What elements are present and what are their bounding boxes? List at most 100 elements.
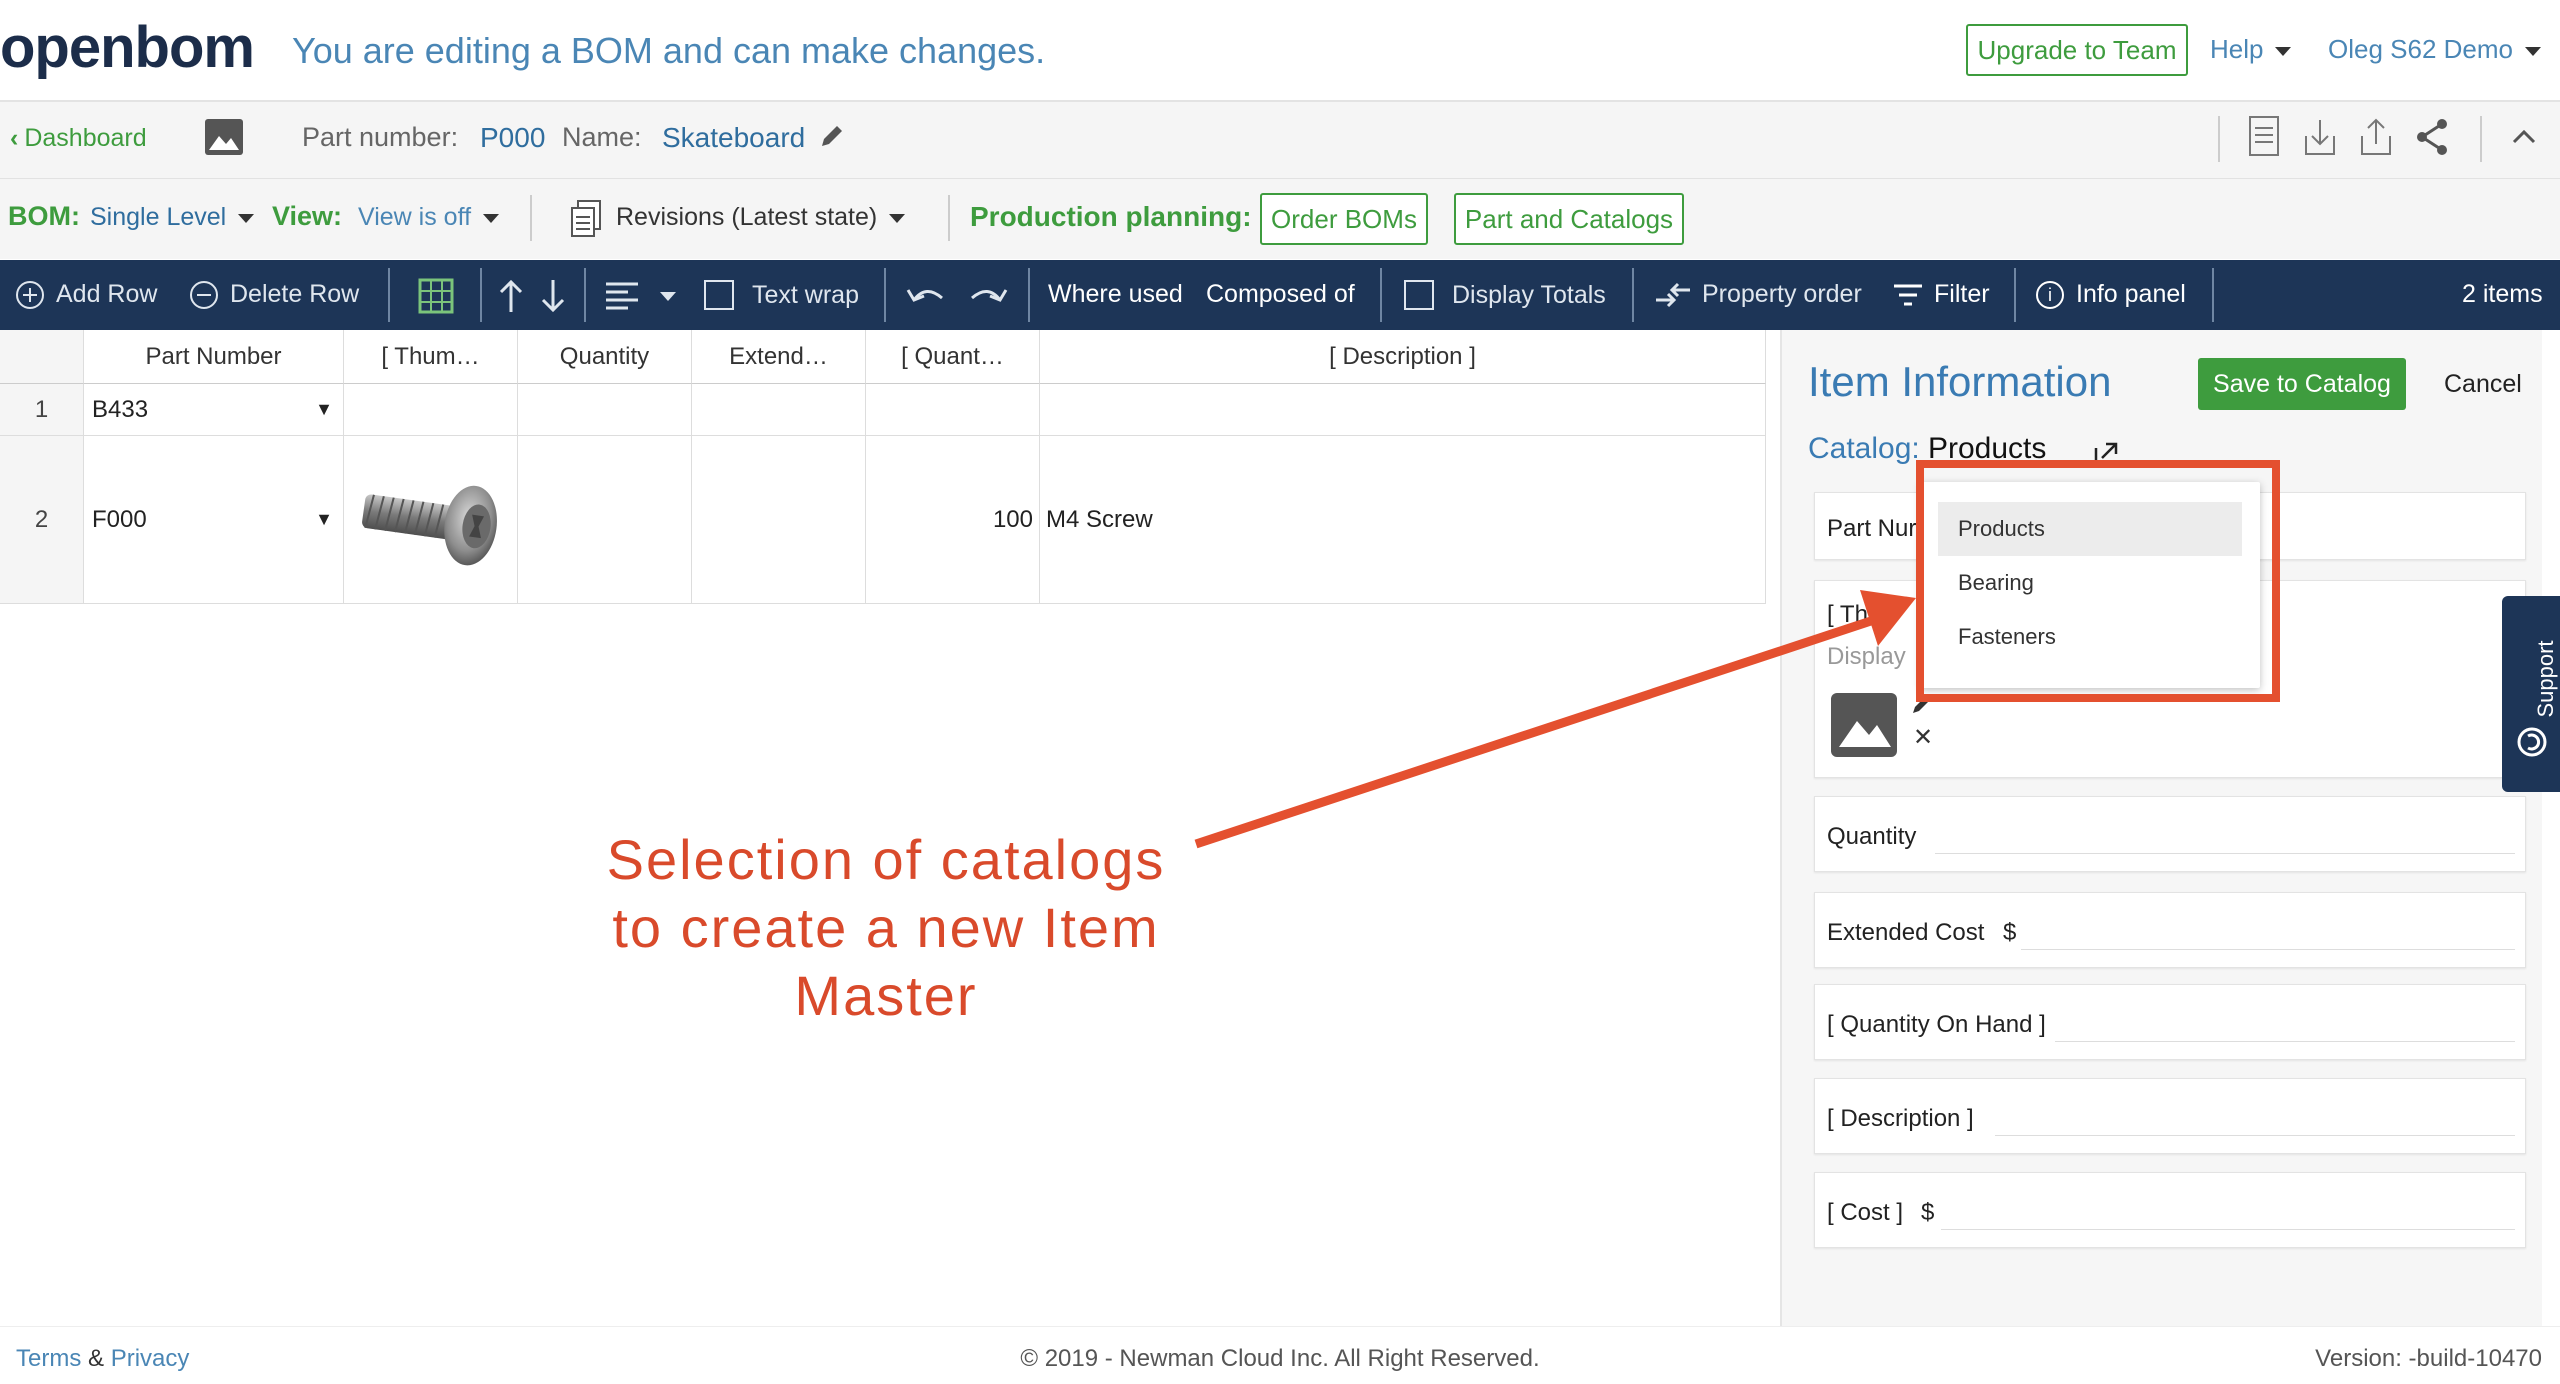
column-header[interactable]: Quantity [518,330,692,384]
quantity-cell[interactable] [518,436,692,604]
swap-icon [1656,282,1690,307]
screw-thumbnail-image[interactable] [353,445,509,595]
minus-circle-icon [190,280,218,309]
grid-view-icon[interactable] [418,278,454,314]
user-menu[interactable]: Oleg S62 Demo [2328,34,2541,65]
description-field[interactable]: [ Description ] [1814,1078,2526,1154]
edit-mode-message: You are editing a BOM and can make chang… [292,30,1046,71]
quantity-on-hand-cell[interactable] [866,384,1040,436]
image-placeholder-icon[interactable] [1831,693,1897,757]
dropdown-arrow-icon[interactable]: ▼ [315,399,333,420]
align-icon[interactable] [604,280,640,312]
bom-options-bar: BOM: Single Level View: View is off Revi… [0,179,2560,259]
share-icon[interactable] [2412,114,2452,160]
thumbnail-cell[interactable] [344,436,518,604]
column-header[interactable]: [ Description ] [1040,330,1766,384]
grid-toolbar: Add Row Delete Row Text wrap Where used … [0,260,2560,330]
pencil-icon[interactable] [818,122,846,150]
description-cell[interactable] [1040,384,1766,436]
cancel-button[interactable]: Cancel [2444,370,2522,399]
catalog-label: Catalog: [1808,432,1920,465]
revisions-select[interactable]: Revisions (Latest state) [616,203,906,232]
row-number[interactable]: 2 [0,436,84,604]
collapse-up-icon[interactable] [2504,114,2544,160]
panel-title: Item Information [1808,358,2112,405]
chevron-down-icon [889,213,906,223]
part-info-bar: ‹ Dashboard Part number: P000 Name: Skate… [0,102,2560,179]
support-tab[interactable]: Support [2502,596,2560,792]
chevron-left-icon: ‹ [10,124,19,152]
view-label: View: [272,201,343,231]
dropdown-arrow-icon[interactable]: ▼ [315,509,333,530]
column-header[interactable]: [ Quant… [866,330,1040,384]
info-icon: i [2036,280,2064,309]
description-cell[interactable]: M4 Screw [1040,436,1766,604]
bom-label: BOM: [8,201,80,231]
delete-row-button[interactable]: Delete Row [190,280,359,309]
cost-field[interactable]: [ Cost ] $ [1814,1172,2526,1248]
support-icon [2517,727,2547,757]
checkbox[interactable] [704,280,734,310]
dashboard-link[interactable]: ‹ Dashboard [10,124,147,153]
extended-cost-cell[interactable] [692,384,866,436]
part-number-value: P000 [480,122,546,153]
part-number-cell[interactable]: F000 ▼ [84,436,344,604]
name-label: Name: [562,122,642,152]
move-up-icon[interactable] [496,276,526,316]
order-boms-button[interactable]: Order BOMs [1260,193,1428,245]
copyright-text: © 2019 - Newman Cloud Inc. All Right Res… [1020,1345,1540,1372]
download-icon[interactable] [2300,114,2340,160]
row-number-header [0,330,84,384]
view-select[interactable]: View is off [358,203,500,232]
chevron-down-icon [238,213,255,223]
quantity-field[interactable]: Quantity [1814,796,2526,872]
add-row-button[interactable]: Add Row [16,280,157,309]
row-number[interactable]: 1 [0,384,84,436]
part-and-catalogs-button[interactable]: Part and Catalogs [1454,193,1684,245]
checkbox[interactable] [1404,280,1434,310]
extended-cost-field[interactable]: Extended Cost $ [1814,892,2526,968]
filter-icon [1894,284,1922,305]
image-icon[interactable] [204,118,244,156]
save-to-catalog-button[interactable]: Save to Catalog [2198,358,2406,410]
help-menu[interactable]: Help [2210,34,2292,65]
column-header[interactable]: Extend… [692,330,866,384]
column-header[interactable]: Part Number [84,330,344,384]
chevron-down-icon[interactable] [660,292,676,301]
plus-circle-icon [16,280,44,309]
display-totals-toggle[interactable]: Display Totals [1404,280,1606,310]
info-panel-button[interactable]: i Info panel [2036,280,2186,309]
footer: Terms & Privacy © 2019 - Newman Cloud In… [0,1326,2560,1384]
production-planning-label: Production planning: [970,201,1252,232]
redo-icon[interactable] [966,280,1010,310]
chevron-down-icon [483,213,500,223]
upgrade-button[interactable]: Upgrade to Team [1966,24,2188,76]
items-count: 2 items [2462,280,2543,308]
filter-button[interactable]: Filter [1892,280,1990,309]
property-order-button[interactable]: Property order [1654,280,1862,309]
undo-icon[interactable] [904,280,948,310]
thumbnail-cell[interactable] [344,384,518,436]
openbom-logo[interactable]: openbom [0,14,255,81]
bom-type-select[interactable]: Single Level [90,203,255,232]
part-number-cell[interactable]: B433 ▼ [84,384,344,436]
quantity-cell[interactable] [518,384,692,436]
name-value: Skateboard [662,122,806,153]
quantity-on-hand-field[interactable]: [ Quantity On Hand ] [1814,984,2526,1060]
column-header[interactable]: [ Thum… [344,330,518,384]
text-wrap-toggle[interactable]: Text wrap [704,280,859,310]
annotation-text: Selection of catalogs to create a new It… [606,828,1166,1027]
chevron-down-icon [2275,46,2292,56]
part-number-label: Part number: [302,122,459,152]
upload-icon[interactable] [2356,114,2396,160]
bom-grid: Part Number [ Thum… Quantity Extend… [ Q… [0,330,1780,606]
extended-cost-cell[interactable] [692,436,866,604]
document-icon[interactable] [2244,114,2284,160]
quantity-on-hand-cell[interactable]: 100 [866,436,1040,604]
revisions-icon [571,200,601,237]
composed-of-button[interactable]: Composed of [1206,280,1355,309]
move-down-icon[interactable] [538,276,568,316]
remove-image-icon[interactable]: ✕ [1913,723,1933,752]
top-header: openbom You are editing a BOM and can ma… [0,0,2560,102]
where-used-button[interactable]: Where used [1048,280,1183,309]
